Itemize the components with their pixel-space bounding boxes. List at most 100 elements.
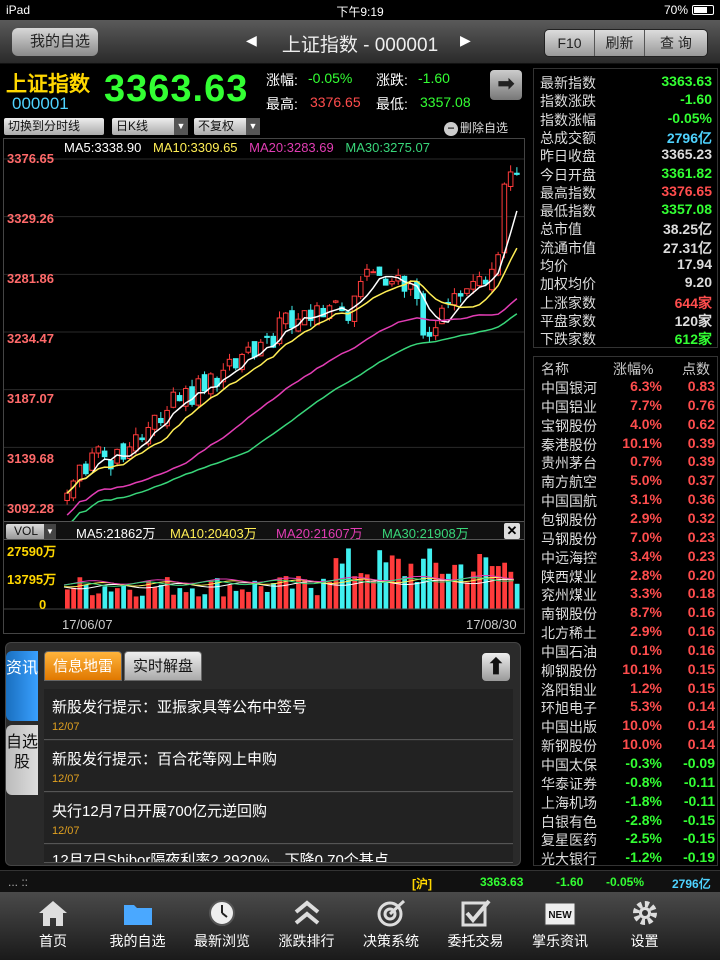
- indicator-value: VOL: [14, 524, 39, 538]
- list-item[interactable]: 白银有色 -2.8% -0.15: [534, 812, 719, 831]
- query-button[interactable]: 查 询: [645, 30, 707, 56]
- stat-label: 流通市值: [540, 239, 596, 256]
- tab-target[interactable]: 决策系统: [351, 898, 431, 958]
- next-stock-arrow-icon[interactable]: ▶: [460, 32, 471, 49]
- list-item[interactable]: 南方航空 5.0% 0.37: [534, 472, 719, 491]
- tab-label: 掌乐资讯: [532, 933, 588, 949]
- period-dropdown[interactable]: 日K线 ▼: [112, 118, 188, 135]
- candle: [370, 269, 377, 274]
- list-item[interactable]: 北方稀土 2.9% 0.16: [534, 623, 719, 642]
- news-item[interactable]: 新股发行提示：亚振家具等公布中签号 12/07: [44, 689, 513, 740]
- scroll-top-arrow-icon[interactable]: ⬆: [482, 653, 510, 681]
- list-item[interactable]: 华泰证券 -0.8% -0.11: [534, 774, 719, 793]
- index-stats-panel: 最新指数 3363.63 指数涨跌 -1.60 指数涨幅 -0.05% 总成交额 2796亿昨…: [533, 68, 718, 348]
- tab-clock[interactable]: 最新浏览: [182, 898, 262, 958]
- candle: [514, 167, 520, 176]
- stock-pct: -1.2%: [625, 849, 662, 866]
- contribution-list[interactable]: 名称 涨幅% 点数 中国银河 6.3% 0.83 中国铝业 7.7% 0.76 宝钢股份 4.…: [533, 356, 719, 868]
- list-item[interactable]: 包钢股份 2.9% 0.32: [534, 510, 719, 529]
- stat-value: -0.05%: [667, 109, 712, 126]
- stock-name: 中国太保: [541, 757, 597, 773]
- battery-percent: 70%: [663, 3, 688, 17]
- stock-name: 南方航空: [541, 474, 597, 491]
- ma10-line: [66, 247, 518, 494]
- volume-bar: [496, 566, 501, 609]
- stock-points: 0.16: [687, 604, 715, 621]
- ma5-label: MA5:3338.90: [64, 140, 142, 155]
- tab-folder[interactable]: 我的自选: [98, 898, 178, 958]
- tab-label: 决策系统: [363, 933, 419, 949]
- status-bar: iPad 下午9:19 70%: [0, 0, 720, 20]
- gear-icon: [605, 898, 685, 928]
- tab-info-mine[interactable]: 信息地雷: [44, 651, 123, 681]
- list-item[interactable]: 中国银河 6.3% 0.83: [534, 378, 719, 397]
- list-item[interactable]: 中国石油 0.1% 0.16: [534, 642, 719, 661]
- list-item[interactable]: 中国铝业 7.7% 0.76: [534, 397, 719, 416]
- news-item[interactable]: 央行12月7日开展700亿元逆回购 12/07: [44, 793, 513, 844]
- refresh-button[interactable]: 刷新: [595, 30, 645, 56]
- tab-chevrons-up[interactable]: 涨跌排行: [267, 898, 347, 958]
- tab-home[interactable]: 首页: [13, 898, 93, 958]
- list-item[interactable]: 贵州茅台 0.7% 0.39: [534, 453, 719, 472]
- y-tick-label: 3234.47: [7, 331, 54, 346]
- list-item[interactable]: 宝钢股份 4.0% 0.62: [534, 416, 719, 435]
- adjust-dropdown[interactable]: 不复权 ▼: [194, 118, 260, 135]
- list-item[interactable]: 环旭电子 5.3% 0.14: [534, 698, 719, 717]
- vtab-favorites[interactable]: 自选股: [6, 725, 38, 795]
- switch-timeline-button[interactable]: 切换到分时线: [4, 118, 104, 135]
- change-pct-value: -0.05%: [308, 70, 353, 86]
- candle: [507, 165, 514, 191]
- list-item[interactable]: 中远海控 3.4% 0.23: [534, 548, 719, 567]
- list-item[interactable]: 兖州煤业 3.3% 0.18: [534, 585, 719, 604]
- adjust-value: 不复权: [198, 119, 235, 133]
- candle: [126, 442, 133, 461]
- news-item[interactable]: 新股发行提示：百合花等网上申购 12/07: [44, 741, 513, 792]
- ticker-change: -1.60: [556, 875, 584, 889]
- list-item[interactable]: 南钢股份 8.7% 0.16: [534, 604, 719, 623]
- header-name[interactable]: 名称: [541, 359, 569, 379]
- list-item[interactable]: 光大银行 -1.2% -0.19: [534, 849, 719, 868]
- tab-live-analysis[interactable]: 实时解盘: [124, 651, 203, 681]
- volume-bar: [114, 588, 120, 609]
- volume-bar: [339, 563, 345, 609]
- indicator-dropdown[interactable]: VOL ▼: [6, 524, 57, 539]
- list-item[interactable]: 上海机场 -1.8% -0.11: [534, 793, 719, 812]
- list-item[interactable]: 中国太保 -0.3% -0.09: [534, 755, 719, 774]
- close-indicator-icon[interactable]: ✕: [504, 523, 520, 539]
- vtab-news[interactable]: 资讯: [6, 651, 38, 721]
- news-date: 12/07: [52, 773, 80, 785]
- list-item[interactable]: 中国国航 3.1% 0.36: [534, 491, 719, 510]
- tab-gear[interactable]: 设置: [605, 898, 685, 958]
- navigation-bar: 我的自选 ◀ 上证指数 - 000001 ▶ F10 刷新 查 询: [0, 20, 720, 64]
- list-item[interactable]: 新钢股份 10.0% 0.14: [534, 736, 719, 755]
- stock-points: 0.15: [687, 660, 715, 677]
- share-arrow-icon[interactable]: ➡: [490, 70, 522, 100]
- f10-button[interactable]: F10: [545, 30, 595, 56]
- list-item[interactable]: 马钢股份 7.0% 0.23: [534, 529, 719, 548]
- volume-bar: [89, 595, 95, 609]
- news-title: 12月7日Shibor隔夜利率2.2920%，下降0.70个基点: [52, 852, 389, 863]
- kline-chart[interactable]: MA5:3338.90 MA10:3309.65 MA20:3283.69 MA…: [3, 138, 525, 634]
- header-points[interactable]: 点数: [682, 359, 710, 379]
- list-item[interactable]: 陕西煤业 2.8% 0.20: [534, 567, 719, 586]
- list-item[interactable]: 复星医药 -2.5% -0.15: [534, 830, 719, 849]
- list-item[interactable]: 秦港股份 10.1% 0.39: [534, 435, 719, 454]
- delete-favorite-button[interactable]: − 删除自选: [444, 119, 508, 136]
- tab-checkbox[interactable]: 委托交易: [436, 898, 516, 958]
- candle: [232, 358, 239, 371]
- header-pct[interactable]: 涨幅%: [613, 359, 653, 379]
- candle: [195, 375, 202, 409]
- list-item[interactable]: 中国出版 10.0% 0.14: [534, 717, 719, 736]
- list-item[interactable]: 柳钢股份 10.1% 0.15: [534, 661, 719, 680]
- volume-bar: [446, 573, 451, 609]
- stock-pct: -0.8%: [625, 773, 662, 790]
- list-item[interactable]: 洛阳钼业 1.2% 0.15: [534, 680, 719, 699]
- stock-pct: -2.8%: [625, 811, 662, 828]
- delete-favorite-label: 删除自选: [460, 121, 509, 135]
- ticker-market: [沪]: [412, 877, 432, 891]
- high-value: 3376.65: [310, 94, 361, 110]
- tab-new[interactable]: NEW 掌乐资讯: [520, 898, 600, 958]
- volume-bar: [171, 594, 176, 609]
- news-item[interactable]: 12月7日Shibor隔夜利率2.2920%，下降0.70个基点: [44, 845, 513, 863]
- candle: [307, 304, 314, 327]
